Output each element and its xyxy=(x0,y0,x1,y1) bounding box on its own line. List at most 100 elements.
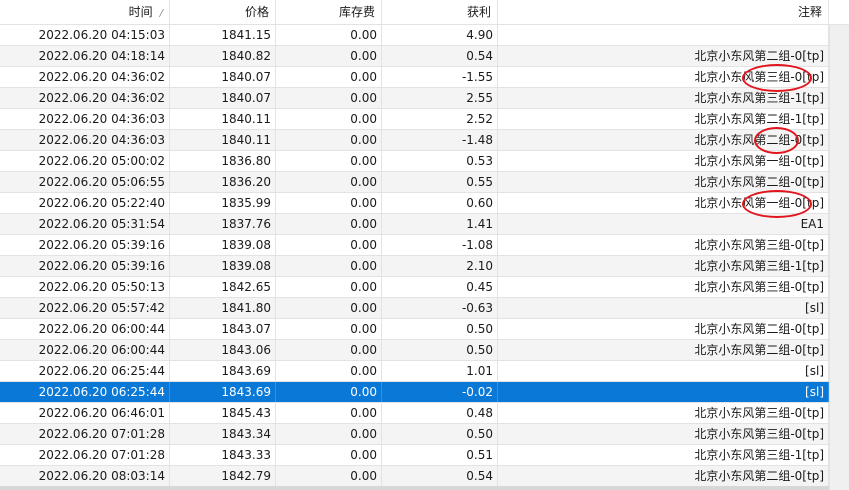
cell-swap: 0.00 xyxy=(276,424,382,444)
cell-comment xyxy=(498,25,829,45)
table-row[interactable]: 2022.06.20 04:36:03 1840.11 0.00 -1.48 北京小东风… xyxy=(0,130,829,151)
cell-profit: 0.50 xyxy=(382,319,498,339)
cell-price: 1836.20 xyxy=(170,172,276,192)
cell-swap: 0.00 xyxy=(276,235,382,255)
cell-profit: 0.60 xyxy=(382,193,498,213)
table-row[interactable]: 2022.06.20 05:22:40 1835.99 0.00 0.60 北京小东风第… xyxy=(0,193,829,214)
cell-profit: -0.02 xyxy=(382,382,498,402)
cell-comment: 北京小东风第三组-0[tp] xyxy=(498,235,829,255)
cell-profit: 0.45 xyxy=(382,277,498,297)
cell-time: 2022.06.20 05:22:40 xyxy=(0,193,170,213)
table-row[interactable]: 2022.06.20 05:50:13 1842.65 0.00 0.45 北京小东风第… xyxy=(0,277,829,298)
table-row[interactable]: 2022.06.20 04:36:02 1840.07 0.00 -1.55 北京小东风… xyxy=(0,67,829,88)
cell-time: 2022.06.20 06:25:44 xyxy=(0,382,170,402)
cell-time: 2022.06.20 04:36:03 xyxy=(0,130,170,150)
cell-swap: 0.00 xyxy=(276,193,382,213)
cell-comment: 北京小东风第二组-0[tp] xyxy=(498,466,829,486)
cell-swap: 0.00 xyxy=(276,403,382,423)
table-row[interactable]: 2022.06.20 04:36:02 1840.07 0.00 2.55 北京小东风第… xyxy=(0,88,829,109)
cell-comment: 北京小东风第三组-1[tp] xyxy=(498,445,829,465)
table-row[interactable]: 2022.06.20 05:57:42 1841.80 0.00 -0.63 [sl] xyxy=(0,298,829,319)
table-row[interactable]: 2022.06.20 05:06:55 1836.20 0.00 0.55 北京小东风第… xyxy=(0,172,829,193)
cell-swap: 0.00 xyxy=(276,67,382,87)
table-row[interactable]: 2022.06.20 05:31:54 1837.76 0.00 1.41 EA1 xyxy=(0,214,829,235)
cell-swap: 0.00 xyxy=(276,214,382,234)
cell-time: 2022.06.20 05:00:02 xyxy=(0,151,170,171)
column-header-swap[interactable]: 库存费 xyxy=(276,0,382,24)
cell-swap: 0.00 xyxy=(276,445,382,465)
cell-time: 2022.06.20 04:18:14 xyxy=(0,46,170,66)
cell-price: 1843.06 xyxy=(170,340,276,360)
column-header-profit[interactable]: 获利 xyxy=(382,0,498,24)
cell-price: 1843.34 xyxy=(170,424,276,444)
horizontal-scrollbar[interactable] xyxy=(0,486,829,490)
cell-price: 1842.79 xyxy=(170,466,276,486)
cell-swap: 0.00 xyxy=(276,109,382,129)
cell-swap: 0.00 xyxy=(276,88,382,108)
cell-time: 2022.06.20 05:06:55 xyxy=(0,172,170,192)
cell-time: 2022.06.20 05:39:16 xyxy=(0,235,170,255)
table-row[interactable]: 2022.06.20 06:00:44 1843.06 0.00 0.50 北京小东风第… xyxy=(0,340,829,361)
table-row[interactable]: 2022.06.20 04:36:03 1840.11 0.00 2.52 北京小东风第… xyxy=(0,109,829,130)
table-row[interactable]: 2022.06.20 05:39:16 1839.08 0.00 2.10 北京小东风第… xyxy=(0,256,829,277)
cell-swap: 0.00 xyxy=(276,277,382,297)
table-row[interactable]: 2022.06.20 07:01:28 1843.34 0.00 0.50 北京小东风第… xyxy=(0,424,829,445)
cell-comment: 北京小东风第二组-0[tp] xyxy=(498,319,829,339)
table-row[interactable]: 2022.06.20 07:01:28 1843.33 0.00 0.51 北京小东风第… xyxy=(0,445,829,466)
cell-time: 2022.06.20 06:46:01 xyxy=(0,403,170,423)
cell-swap: 0.00 xyxy=(276,25,382,45)
cell-profit: 4.90 xyxy=(382,25,498,45)
cell-profit: 0.50 xyxy=(382,340,498,360)
column-header-swap-label: 库存费 xyxy=(338,5,375,19)
cell-comment: 北京小东风第三组-0[tp] xyxy=(498,424,829,444)
vertical-scrollbar[interactable] xyxy=(829,25,849,490)
cell-price: 1839.08 xyxy=(170,235,276,255)
table-row[interactable]: 2022.06.20 06:46:01 1845.43 0.00 0.48 北京小东风第… xyxy=(0,403,829,424)
cell-swap: 0.00 xyxy=(276,256,382,276)
table-row[interactable]: 2022.06.20 06:25:44 1843.69 0.00 -0.02 [sl] xyxy=(0,382,829,403)
cell-profit: 0.55 xyxy=(382,172,498,192)
table-row[interactable]: 2022.06.20 04:18:14 1840.82 0.00 0.54 北京小东风第… xyxy=(0,46,829,67)
cell-price: 1842.65 xyxy=(170,277,276,297)
cell-swap: 0.00 xyxy=(276,151,382,171)
cell-comment: 北京小东风第一组-0[tp] xyxy=(498,193,829,213)
cell-comment: [sl] xyxy=(498,382,829,402)
table-row[interactable]: 2022.06.20 08:03:14 1842.79 0.00 0.54 北京小东风第… xyxy=(0,466,829,487)
column-header-time[interactable]: 时间 / xyxy=(0,0,170,24)
cell-profit: 2.10 xyxy=(382,256,498,276)
cell-comment: 北京小东风第二组-0[tp] xyxy=(498,46,829,66)
cell-comment: [sl] xyxy=(498,298,829,318)
cell-profit: 0.53 xyxy=(382,151,498,171)
cell-price: 1835.99 xyxy=(170,193,276,213)
column-header-price[interactable]: 价格 xyxy=(170,0,276,24)
table-row[interactable]: 2022.06.20 06:00:44 1843.07 0.00 0.50 北京小东风第… xyxy=(0,319,829,340)
column-header-comment[interactable]: 注释 xyxy=(498,0,829,24)
cell-comment: 北京小东风第二组-0[tp] xyxy=(498,172,829,192)
cell-comment: 北京小东风第二组-0[tp] xyxy=(498,130,829,150)
cell-time: 2022.06.20 05:39:16 xyxy=(0,256,170,276)
table-row[interactable]: 2022.06.20 05:39:16 1839.08 0.00 -1.08 北京小东风… xyxy=(0,235,829,256)
cell-swap: 0.00 xyxy=(276,172,382,192)
cell-swap: 0.00 xyxy=(276,46,382,66)
cell-comment: [sl] xyxy=(498,361,829,381)
cell-comment: 北京小东风第二组-0[tp] xyxy=(498,340,829,360)
cell-time: 2022.06.20 05:31:54 xyxy=(0,214,170,234)
cell-comment: 北京小东风第三组-1[tp] xyxy=(498,88,829,108)
table-row[interactable]: 2022.06.20 06:25:44 1843.69 0.00 1.01 [sl] xyxy=(0,361,829,382)
cell-profit: 2.55 xyxy=(382,88,498,108)
table-row[interactable]: 2022.06.20 04:15:03 1841.15 0.00 4.90 xyxy=(0,25,829,46)
column-header-time-label: 时间 xyxy=(128,5,153,19)
cell-price: 1836.80 xyxy=(170,151,276,171)
cell-profit: 0.54 xyxy=(382,466,498,486)
cell-profit: 0.48 xyxy=(382,403,498,423)
cell-swap: 0.00 xyxy=(276,382,382,402)
cell-price: 1843.69 xyxy=(170,361,276,381)
cell-swap: 0.00 xyxy=(276,466,382,486)
cell-profit: 0.50 xyxy=(382,424,498,444)
table-row[interactable]: 2022.06.20 05:00:02 1836.80 0.00 0.53 北京小东风第… xyxy=(0,151,829,172)
cell-swap: 0.00 xyxy=(276,340,382,360)
cell-time: 2022.06.20 06:25:44 xyxy=(0,361,170,381)
trade-history-grid: 时间 / 价格 库存费 获利 注释 2022.06.20 04:15:03 1841… xyxy=(0,0,849,490)
cell-swap: 0.00 xyxy=(276,361,382,381)
cell-profit: -1.55 xyxy=(382,67,498,87)
